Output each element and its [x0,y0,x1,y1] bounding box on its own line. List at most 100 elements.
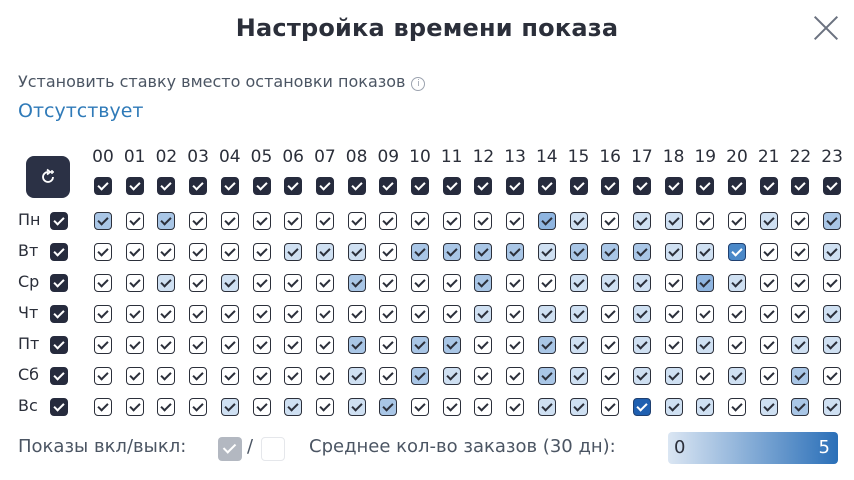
hour-toggle-02[interactable] [157,177,176,195]
schedule-cell[interactable] [728,398,746,416]
day-toggle-5[interactable] [50,367,68,385]
schedule-cell[interactable] [537,274,556,292]
schedule-cell[interactable] [347,274,366,292]
hour-toggle-08[interactable] [347,177,366,195]
schedule-cell[interactable] [125,212,144,230]
schedule-cell[interactable] [125,305,144,323]
schedule-cell[interactable] [315,336,334,354]
schedule-cell[interactable] [94,336,112,354]
schedule-cell[interactable] [189,243,208,261]
schedule-cell[interactable] [125,367,144,385]
hour-toggle-00[interactable] [94,177,112,195]
hour-toggle-23[interactable] [823,177,842,195]
schedule-cell[interactable] [125,243,144,261]
schedule-cell[interactable] [474,305,493,323]
schedule-cell[interactable] [347,305,366,323]
schedule-cell[interactable] [728,243,746,261]
schedule-cell[interactable] [601,212,620,230]
schedule-cell[interactable] [474,274,493,292]
schedule-cell[interactable] [759,398,778,416]
schedule-cell[interactable] [442,274,461,292]
schedule-cell[interactable] [125,274,144,292]
schedule-cell[interactable] [537,212,556,230]
schedule-cell[interactable] [474,367,493,385]
schedule-cell[interactable] [94,398,112,416]
schedule-cell[interactable] [252,305,271,323]
schedule-cell[interactable] [601,274,620,292]
schedule-cell[interactable] [442,336,461,354]
schedule-cell[interactable] [601,305,620,323]
schedule-cell[interactable] [823,336,842,354]
schedule-cell[interactable] [696,398,715,416]
schedule-cell[interactable] [347,336,366,354]
schedule-cell[interactable] [284,274,303,292]
hour-toggle-15[interactable] [569,177,588,195]
schedule-cell[interactable] [728,212,746,230]
hour-toggle-21[interactable] [759,177,778,195]
schedule-cell[interactable] [379,212,398,230]
schedule-cell[interactable] [664,243,683,261]
schedule-cell[interactable] [474,212,493,230]
schedule-cell[interactable] [569,243,588,261]
schedule-cell[interactable] [284,336,303,354]
schedule-cell[interactable] [157,305,176,323]
hour-toggle-04[interactable] [220,177,239,195]
schedule-cell[interactable] [411,243,429,261]
schedule-cell[interactable] [632,367,651,385]
schedule-cell[interactable] [189,398,208,416]
schedule-cell[interactable] [189,305,208,323]
schedule-cell[interactable] [569,274,588,292]
hour-toggle-18[interactable] [664,177,683,195]
schedule-cell[interactable] [537,398,556,416]
hour-toggle-19[interactable] [696,177,715,195]
schedule-cell[interactable] [220,305,239,323]
schedule-cell[interactable] [664,367,683,385]
schedule-cell[interactable] [696,367,715,385]
schedule-cell[interactable] [220,243,239,261]
schedule-cell[interactable] [315,305,334,323]
schedule-cell[interactable] [347,398,366,416]
schedule-cell[interactable] [569,398,588,416]
schedule-cell[interactable] [157,398,176,416]
hour-toggle-06[interactable] [284,177,303,195]
schedule-cell[interactable] [537,367,556,385]
schedule-cell[interactable] [411,398,429,416]
schedule-cell[interactable] [823,212,842,230]
schedule-cell[interactable] [506,243,525,261]
schedule-cell[interactable] [759,305,778,323]
schedule-cell[interactable] [252,212,271,230]
hour-toggle-17[interactable] [632,177,651,195]
schedule-cell[interactable] [442,212,461,230]
schedule-cell[interactable] [442,367,461,385]
schedule-cell[interactable] [94,305,112,323]
hour-toggle-13[interactable] [506,177,525,195]
schedule-cell[interactable] [189,367,208,385]
schedule-cell[interactable] [728,367,746,385]
schedule-cell[interactable] [791,367,810,385]
schedule-cell[interactable] [411,336,429,354]
schedule-cell[interactable] [220,212,239,230]
schedule-cell[interactable] [506,336,525,354]
schedule-cell[interactable] [696,305,715,323]
schedule-cell[interactable] [696,336,715,354]
schedule-cell[interactable] [759,274,778,292]
schedule-cell[interactable] [252,243,271,261]
schedule-cell[interactable] [284,398,303,416]
schedule-cell[interactable] [157,274,176,292]
day-toggle-3[interactable] [50,305,68,323]
schedule-cell[interactable] [537,305,556,323]
day-toggle-4[interactable] [50,336,68,354]
schedule-cell[interactable] [379,398,398,416]
hour-toggle-11[interactable] [442,177,461,195]
schedule-cell[interactable] [664,305,683,323]
hour-toggle-01[interactable] [125,177,144,195]
schedule-cell[interactable] [411,367,429,385]
schedule-cell[interactable] [189,336,208,354]
schedule-cell[interactable] [601,336,620,354]
schedule-cell[interactable] [696,212,715,230]
schedule-cell[interactable] [94,274,112,292]
schedule-cell[interactable] [664,398,683,416]
schedule-cell[interactable] [791,274,810,292]
schedule-cell[interactable] [823,243,842,261]
reset-schedule-button[interactable] [26,156,70,198]
